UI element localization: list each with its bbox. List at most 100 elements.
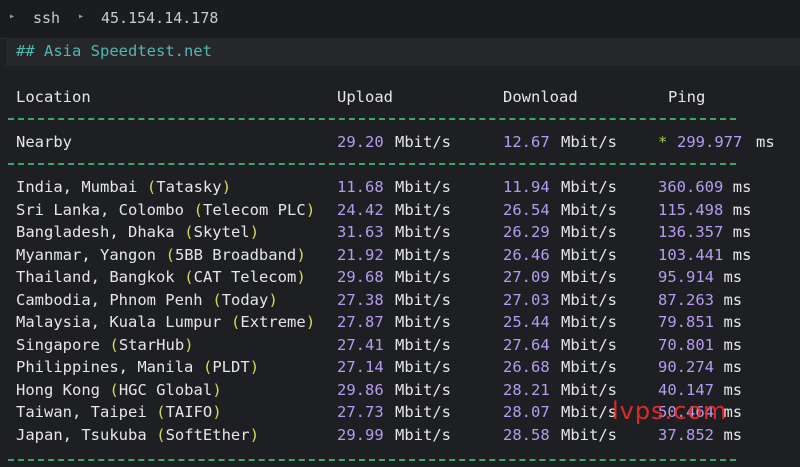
download-value: 27.09 <box>503 268 550 286</box>
watermark-logo: lvps.com <box>612 397 728 425</box>
upload-value: 27.87 <box>337 313 384 331</box>
location-place: Thailand, Bangkok <box>16 268 184 286</box>
download-value: 28.58 <box>503 425 550 444</box>
download-value: 11.94 <box>503 178 550 196</box>
tab-host[interactable]: 45.154.14.178 <box>101 9 218 27</box>
location-place: India, Mumbai <box>16 178 147 196</box>
ping-value: 136.357 <box>658 223 724 241</box>
upload-unit: Mbit/s <box>395 403 451 421</box>
download-value: 28.07 <box>503 403 550 421</box>
table-row: Myanmar, Yangon (5BB Broadband) 21.92 Mbit… <box>0 246 800 268</box>
download-value: 25.44 <box>503 313 550 331</box>
download-value: 26.68 <box>503 358 550 376</box>
isp-open-paren: ( <box>156 403 166 421</box>
upload-unit: Mbit/s <box>395 425 451 444</box>
download-value: 28.21 <box>503 380 550 399</box>
download-unit: Mbit/s <box>561 425 617 444</box>
download-unit: Mbit/s <box>561 290 617 309</box>
ping-unit: ms <box>723 335 743 354</box>
upload-unit: Mbit/s <box>395 290 451 309</box>
download-value: 27.64 <box>503 335 550 354</box>
upload-value: 27.38 <box>337 290 384 309</box>
ping-unit: ms <box>723 358 743 376</box>
ping-value: 95.914 <box>658 268 714 286</box>
table-row: Japan, Tsukuba (SoftEther) 29.99 Mbit/s 28.… <box>0 426 800 448</box>
ping-value: 37.852 <box>658 425 714 444</box>
upload-value: 29.99 <box>337 425 384 444</box>
chevron-right-icon: ▸ <box>78 11 85 22</box>
ping-unit: ms <box>732 223 752 241</box>
ping-value: 70.801 <box>658 335 714 354</box>
ping-unit: ms <box>732 200 752 219</box>
col-ping: Ping <box>668 88 706 106</box>
upload-unit: Mbit/s <box>395 358 451 376</box>
upload-unit: Mbit/s <box>395 178 451 196</box>
ping-value: 103.441 <box>658 245 724 264</box>
isp-name: 5BB Broadband <box>174 245 297 264</box>
location-place: Singapore <box>16 335 110 354</box>
ping-unit: ms <box>732 245 752 264</box>
upload-unit: Mbit/s <box>395 268 451 286</box>
divider <box>8 163 736 167</box>
download-value: 26.46 <box>503 245 550 264</box>
upload-value: 27.41 <box>337 335 384 354</box>
table-row: Nearby 29.20 Mbit/s 12.67 Mbit/s * 299.9… <box>0 133 800 155</box>
upload-value: 27.14 <box>337 358 384 376</box>
table-row: Singapore (StarHub) 27.41 Mbit/s 27.64 Mbit/… <box>0 336 800 358</box>
ping-unit: ms <box>723 268 743 286</box>
isp-close-paren: ) <box>305 313 316 331</box>
tab-ssh[interactable]: ssh <box>33 9 60 27</box>
location-place: Philippines, Manila <box>16 358 203 376</box>
isp-open-paren: ( <box>109 335 119 354</box>
isp-close-paren: ) <box>249 358 260 376</box>
ping-value: 90.274 <box>658 358 714 376</box>
download-value: 27.03 <box>503 290 550 309</box>
table-row: Thailand, Bangkok (CAT Telecom) 29.68 Mbit… <box>0 268 800 290</box>
upload-value: 29.86 <box>337 380 384 399</box>
isp-name: StarHub <box>118 335 185 354</box>
isp-name: Skytel <box>193 223 250 241</box>
isp-open-paren: ( <box>109 380 119 399</box>
upload-unit: Mbit/s <box>395 380 451 399</box>
download-unit: Mbit/s <box>561 178 617 196</box>
ping-unit: ms <box>723 380 743 399</box>
isp-close-paren: ) <box>221 178 232 196</box>
isp-open-paren: ( <box>146 178 157 196</box>
ping-value: 115.498 <box>658 200 724 219</box>
col-download: Download <box>503 88 578 106</box>
upload-value: 11.68 <box>337 178 384 196</box>
isp-close-paren: ) <box>305 200 316 219</box>
upload-value: 21.92 <box>337 245 384 264</box>
upload-unit: Mbit/s <box>395 133 451 151</box>
download-unit: Mbit/s <box>561 335 617 354</box>
location-place: Hong Kong <box>16 380 110 399</box>
download-unit: Mbit/s <box>561 245 617 264</box>
location-place: Myanmar, Yangon <box>16 245 166 264</box>
isp-name: Extreme <box>240 313 306 331</box>
isp-close-paren: ) <box>268 290 278 309</box>
isp-name: HGC Global <box>118 380 213 399</box>
location-name: Nearby <box>16 133 72 151</box>
table-row: Malaysia, Kuala Lumpur (Extreme) 27.87 Mbi… <box>0 313 800 335</box>
upload-unit: Mbit/s <box>395 245 451 264</box>
download-unit: Mbit/s <box>561 380 617 399</box>
isp-name: SoftEther <box>165 425 250 444</box>
isp-name: Tatasky <box>156 178 222 196</box>
upload-value: 27.73 <box>337 403 384 421</box>
download-unit: Mbit/s <box>561 313 617 331</box>
ping-value: 79.851 <box>658 313 714 331</box>
download-value: 12.67 <box>503 133 550 151</box>
table-row: Sri Lanka, Colombo (Telecom PLC) 24.42 Mbi… <box>0 201 800 223</box>
isp-close-paren: ) <box>296 268 306 286</box>
upload-unit: Mbit/s <box>395 313 451 331</box>
isp-close-paren: ) <box>212 380 222 399</box>
isp-open-paren: ( <box>156 425 166 444</box>
upload-unit: Mbit/s <box>395 335 451 354</box>
download-unit: Mbit/s <box>561 403 617 421</box>
isp-close-paren: ) <box>249 425 260 444</box>
location-place: Taiwan, Taipei <box>16 403 156 421</box>
isp-open-paren: ( <box>184 223 194 241</box>
divider <box>8 118 736 122</box>
upload-value: 24.42 <box>337 200 384 219</box>
ping-value: 87.263 <box>658 290 714 309</box>
